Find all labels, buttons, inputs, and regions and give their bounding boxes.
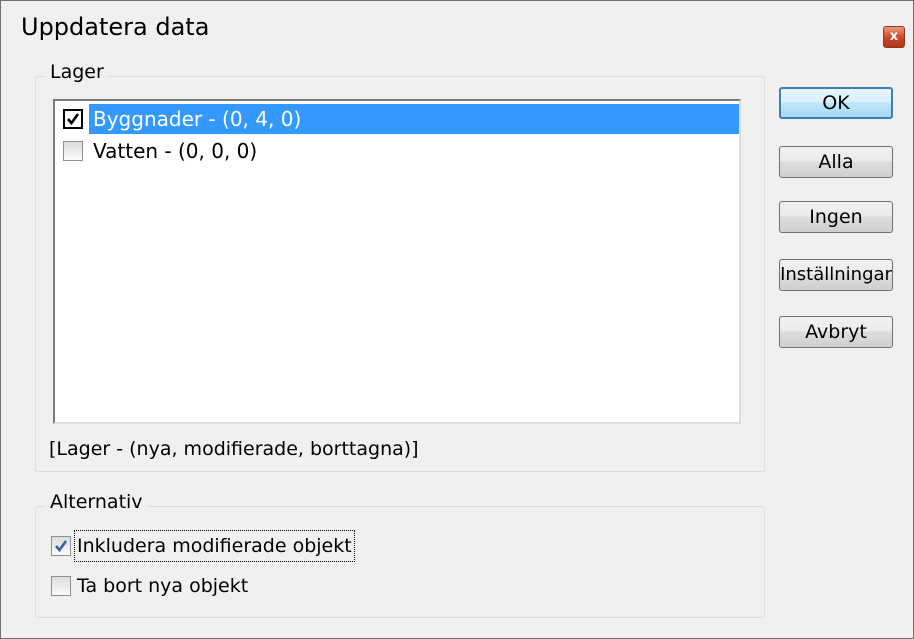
layer-checkbox[interactable] — [63, 141, 83, 161]
layer-checkbox[interactable] — [63, 109, 83, 129]
list-item[interactable]: Byggnader - (0, 4, 0) — [59, 104, 739, 134]
remove-new-checkbox[interactable] — [51, 576, 71, 596]
layers-legend: [Lager - (nya, modifierade, borttagna)] — [49, 438, 419, 460]
all-button[interactable]: Alla — [779, 146, 893, 178]
checkmark-icon — [55, 540, 68, 553]
ok-button[interactable]: OK — [779, 87, 893, 119]
remove-new-label: Ta bort nya objekt — [77, 575, 249, 597]
dialog-title: Uppdatera data — [21, 13, 210, 41]
options-group-label: Alternativ — [46, 491, 147, 513]
close-button[interactable]: x — [883, 26, 905, 48]
include-modified-checkbox[interactable] — [51, 536, 71, 556]
include-modified-label: Inkludera modifierade objekt — [74, 530, 355, 562]
update-data-dialog: Uppdatera data x Lager Byggnader - (0, 4… — [0, 0, 914, 639]
layers-group-label: Lager — [46, 61, 108, 83]
cancel-button[interactable]: Avbryt — [779, 316, 893, 348]
list-item[interactable]: Vatten - (0, 0, 0) — [59, 136, 739, 166]
close-icon: x — [889, 29, 899, 44]
checkmark-icon — [67, 113, 80, 126]
none-button[interactable]: Ingen — [779, 201, 893, 233]
layers-list[interactable]: Byggnader - (0, 4, 0) Vatten - (0, 0, 0) — [53, 99, 741, 424]
options-group: Alternativ — [35, 491, 765, 618]
layer-label: Byggnader - (0, 4, 0) — [89, 104, 739, 134]
layer-label: Vatten - (0, 0, 0) — [93, 139, 258, 163]
settings-button[interactable]: Inställningar — [779, 259, 893, 291]
title-bar[interactable]: Uppdatera data x — [1, 1, 913, 55]
